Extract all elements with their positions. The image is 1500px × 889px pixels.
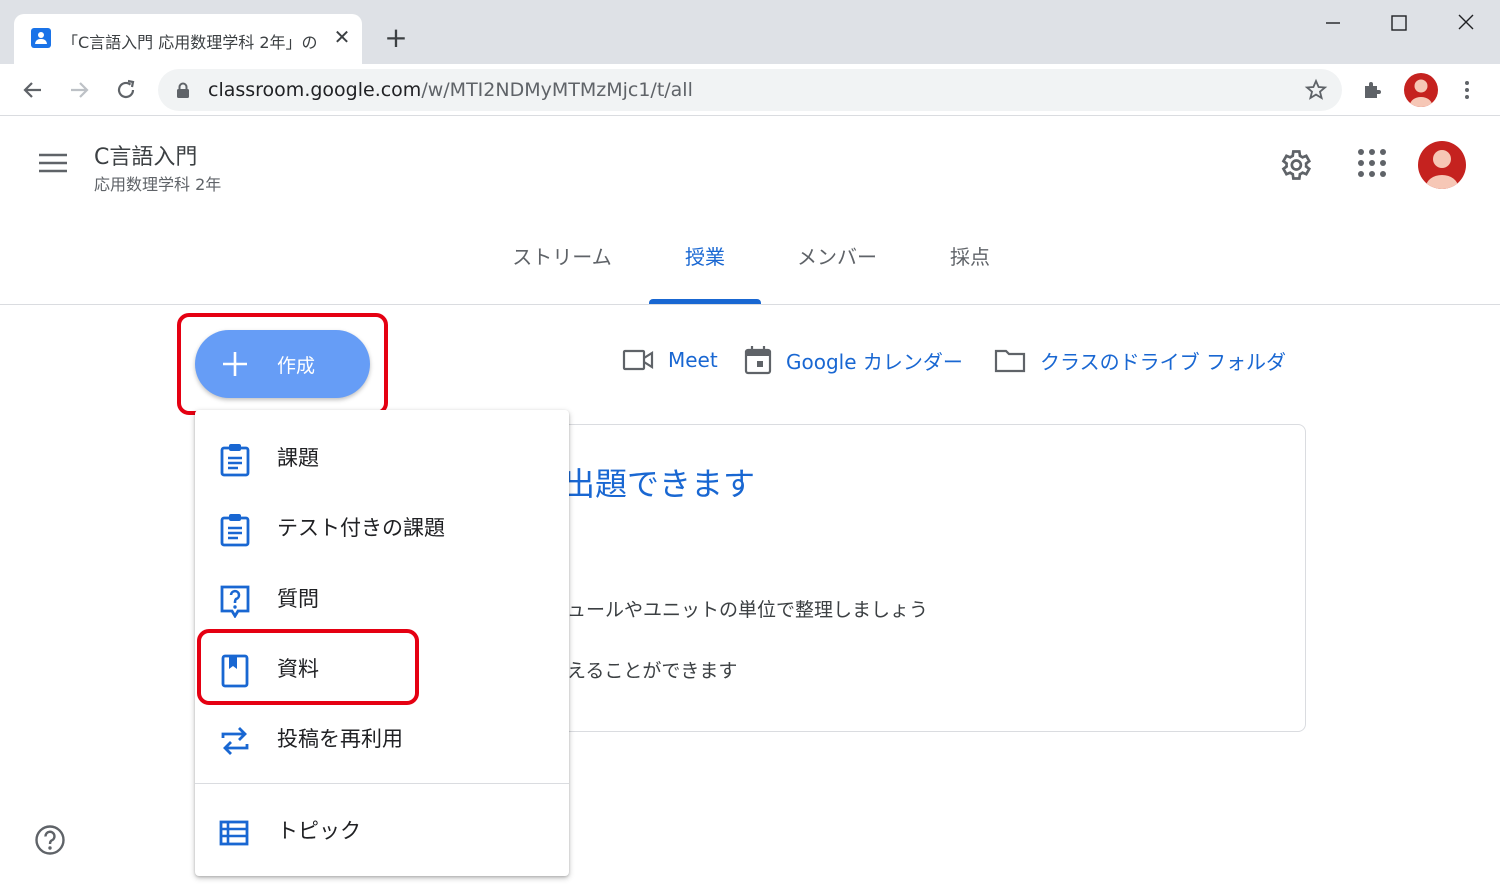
reload-icon[interactable] xyxy=(110,74,142,106)
highlight-create-button xyxy=(177,313,388,415)
video-camera-icon xyxy=(622,349,654,371)
new-tab-button[interactable]: + xyxy=(382,24,410,52)
drive-folder-link[interactable]: クラスのドライブ フォルダ xyxy=(994,344,1286,376)
calendar-icon xyxy=(744,346,772,375)
class-title[interactable]: C言語入門 xyxy=(94,139,197,171)
tab-people[interactable]: メンバー xyxy=(786,243,888,305)
window-maximize-button[interactable] xyxy=(1378,8,1418,38)
browser-menu-kebab-icon[interactable] xyxy=(1451,74,1483,106)
calendar-link[interactable]: Google カレンダー xyxy=(744,344,963,376)
tab-stream[interactable]: ストリーム xyxy=(500,243,624,305)
back-arrow-icon[interactable] xyxy=(17,74,49,106)
lock-icon xyxy=(177,82,189,98)
account-avatar[interactable] xyxy=(1418,141,1466,189)
classroom-favicon-icon xyxy=(31,28,51,48)
card-text-line-2: えることができます xyxy=(567,660,738,682)
highlight-material-item xyxy=(197,629,419,705)
menu-item-assignment[interactable]: 課題 xyxy=(195,420,569,490)
settings-gear-icon[interactable] xyxy=(1277,147,1313,187)
menu-item-reuse-post[interactable]: 投稿を再利用 xyxy=(195,701,569,771)
menu-item-topic[interactable]: トピック xyxy=(195,793,569,863)
card-title: 出題できます xyxy=(563,465,756,503)
bookmark-star-icon[interactable] xyxy=(1304,78,1328,102)
hamburger-menu-icon[interactable] xyxy=(36,149,70,181)
apps-grid-icon[interactable] xyxy=(1356,147,1388,183)
browser-profile-avatar[interactable] xyxy=(1404,73,1438,107)
tab-title: 「C言語入門 応用数理学科 2年」の xyxy=(62,33,318,52)
classroom-header: C言語入門 応用数理学科 2年 ストリーム 授業 メンバー 採点 xyxy=(0,117,1500,305)
window-close-button[interactable] xyxy=(1446,8,1486,38)
assignment-icon xyxy=(220,444,250,477)
forward-arrow-icon[interactable] xyxy=(63,74,95,106)
help-icon[interactable] xyxy=(34,824,66,860)
meet-link[interactable]: Meet xyxy=(622,344,718,376)
url-text: classroom.google.com/w/MTI2NDMyMTMzMjc1/… xyxy=(208,79,693,101)
card-text-line-1: ュールやユニットの単位で整理しましょう xyxy=(567,599,929,621)
folder-icon xyxy=(994,349,1026,373)
menu-item-question[interactable]: 質問 xyxy=(195,561,569,631)
tab-close-icon[interactable]: ✕ xyxy=(330,25,354,49)
class-subtitle: 応用数理学科 2年 xyxy=(94,175,222,194)
tab-classwork[interactable]: 授業 xyxy=(649,243,761,305)
quiz-assignment-icon xyxy=(220,514,250,547)
address-bar[interactable]: classroom.google.com/w/MTI2NDMyMTMzMjc1/… xyxy=(158,69,1342,111)
window-minimize-button[interactable] xyxy=(1312,8,1352,38)
menu-divider xyxy=(195,783,569,784)
browser-toolbar: classroom.google.com/w/MTI2NDMyMTMzMjc1/… xyxy=(0,64,1500,116)
extensions-puzzle-icon[interactable] xyxy=(1357,74,1389,106)
reuse-post-icon xyxy=(221,727,249,755)
browser-tab[interactable]: 「C言語入門 応用数理学科 2年」の ✕ xyxy=(14,14,362,64)
active-tab-indicator xyxy=(649,299,761,304)
menu-item-quiz-assignment[interactable]: テスト付きの課題 xyxy=(195,490,569,560)
topic-icon xyxy=(219,820,249,846)
question-icon xyxy=(220,585,250,618)
tab-grades[interactable]: 採点 xyxy=(935,243,1005,305)
class-nav-tabs: ストリーム 授業 メンバー 採点 xyxy=(0,243,1500,305)
empty-classwork-card: 出題できます ュールやユニットの単位で整理しましょう えることができます xyxy=(540,424,1306,732)
browser-tab-strip: 「C言語入門 応用数理学科 2年」の ✕ + xyxy=(0,0,1500,64)
